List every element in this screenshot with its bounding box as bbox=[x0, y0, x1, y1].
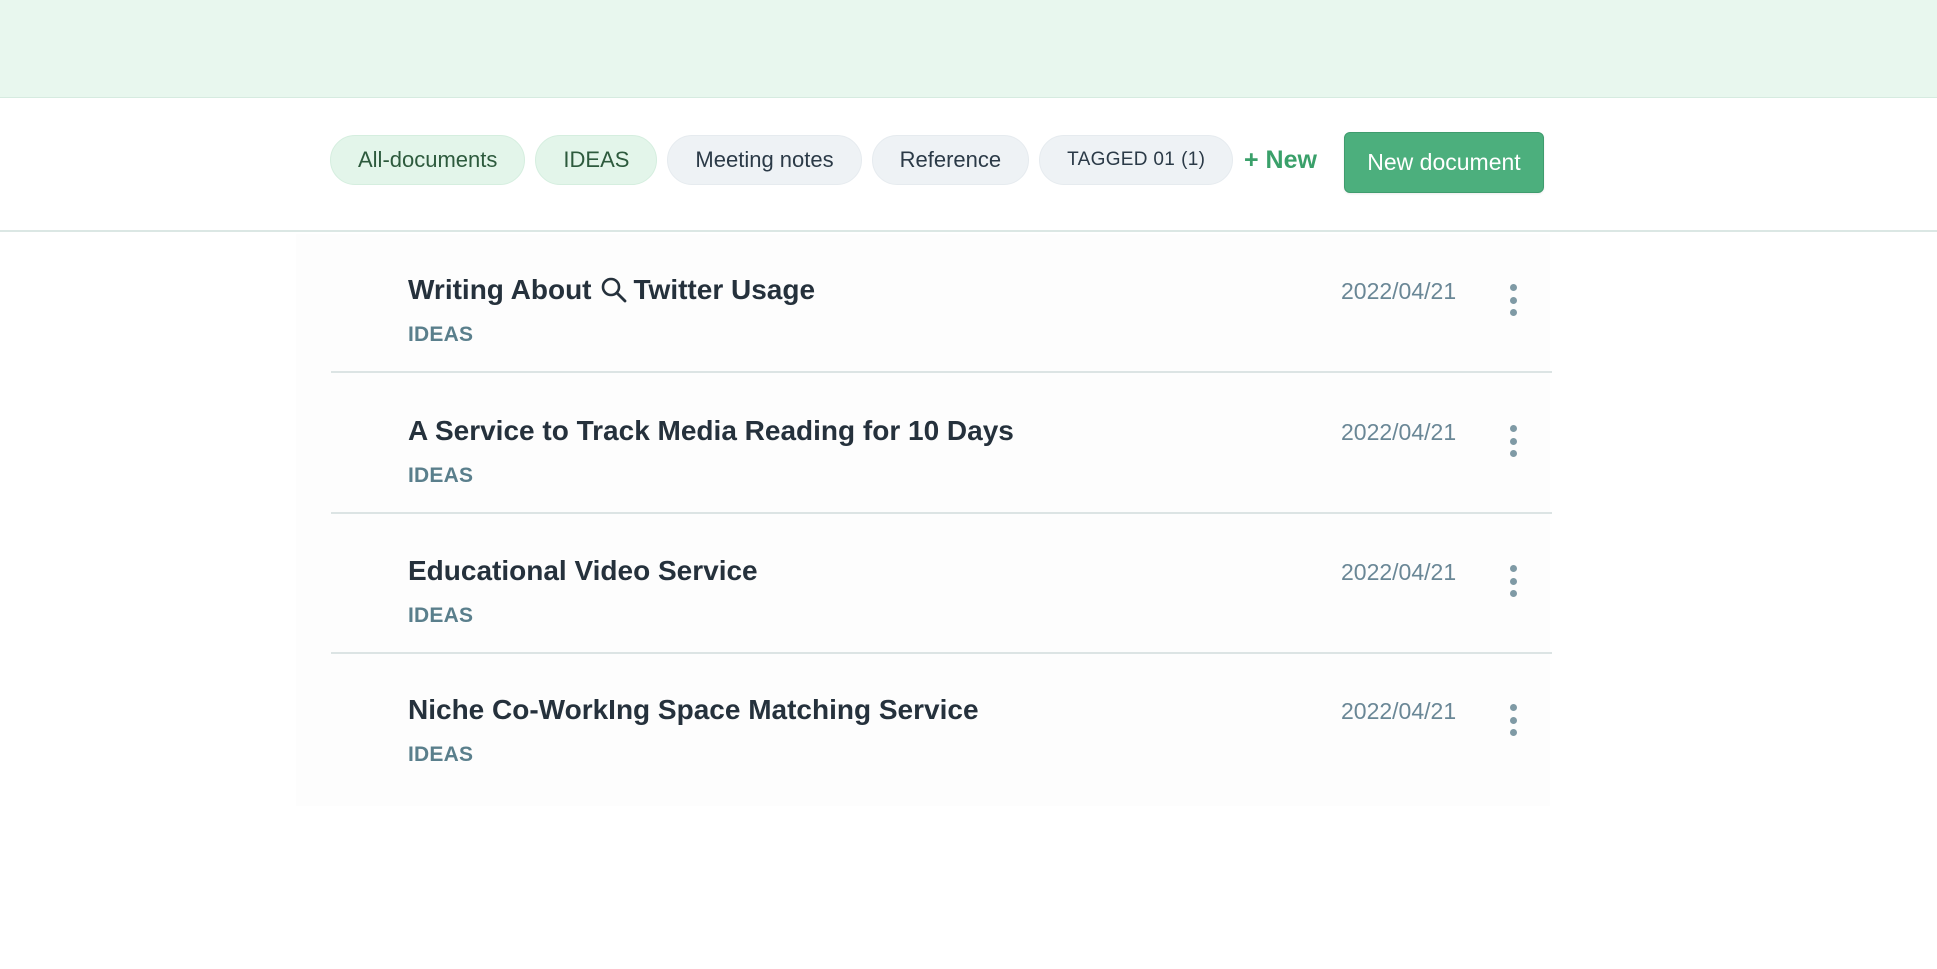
document-row[interactable]: Writing About Twitter Usage IDEAS 2022/0… bbox=[331, 234, 1552, 373]
kebab-dot bbox=[1509, 716, 1517, 724]
document-title[interactable]: Writing About Twitter Usage bbox=[408, 274, 815, 306]
tab-tagged-01[interactable]: TAGGED 01 (1) bbox=[1039, 135, 1234, 185]
more-options-icon[interactable] bbox=[1501, 702, 1525, 738]
kebab-dot bbox=[1509, 729, 1517, 736]
document-row[interactable]: A Service to Track Media Reading for 10 … bbox=[331, 375, 1552, 514]
document-row[interactable]: Educational Video Service IDEAS 2022/04/… bbox=[331, 515, 1552, 654]
tab-reference[interactable]: Reference bbox=[871, 135, 1030, 185]
tab-label: All-documents bbox=[358, 147, 498, 172]
document-date: 2022/04/21 bbox=[1341, 278, 1457, 304]
kebab-dot bbox=[1509, 590, 1517, 597]
tab-label: Meeting notes bbox=[695, 147, 834, 172]
top-banner bbox=[0, 0, 1937, 98]
kebab-dot bbox=[1509, 577, 1517, 585]
tab-count-badge: (1) bbox=[1181, 149, 1206, 170]
kebab-dot bbox=[1509, 284, 1517, 291]
new-tag-link[interactable]: + New bbox=[1244, 146, 1317, 175]
kebab-dot bbox=[1509, 437, 1517, 445]
kebab-dot bbox=[1509, 565, 1517, 572]
document-tag[interactable]: IDEAS bbox=[408, 743, 473, 767]
tab-meeting-notes[interactable]: Meeting notes bbox=[667, 135, 862, 185]
document-tag[interactable]: IDEAS bbox=[408, 323, 473, 347]
document-date: 2022/04/21 bbox=[1341, 419, 1457, 445]
document-title[interactable]: Niche Co-WorkIng Space Matching Service bbox=[408, 694, 979, 726]
tab-label: Reference bbox=[899, 147, 1002, 172]
tab-ideas[interactable]: IDEAS bbox=[535, 135, 658, 185]
kebab-dot bbox=[1509, 425, 1517, 432]
tab-label: TAGGED 01 bbox=[1067, 149, 1176, 170]
document-date: 2022/04/21 bbox=[1341, 559, 1457, 585]
new-document-label: New document bbox=[1367, 149, 1521, 175]
more-options-icon[interactable] bbox=[1501, 423, 1525, 459]
search-icon bbox=[601, 277, 626, 303]
tab-label: IDEAS bbox=[563, 147, 630, 172]
tag-filter-tabs: All-documents IDEAS Meeting notes Refere… bbox=[330, 135, 1234, 185]
more-options-icon[interactable] bbox=[1501, 282, 1525, 318]
more-options-icon[interactable] bbox=[1501, 563, 1525, 599]
kebab-dot bbox=[1509, 309, 1517, 316]
document-row[interactable]: Niche Co-WorkIng Space Matching Service … bbox=[331, 654, 1552, 793]
filter-toolbar: All-documents IDEAS Meeting notes Refere… bbox=[0, 98, 1937, 232]
kebab-dot bbox=[1509, 704, 1517, 711]
kebab-dot bbox=[1509, 296, 1517, 304]
kebab-dot bbox=[1509, 450, 1517, 457]
document-date: 2022/04/21 bbox=[1341, 698, 1457, 724]
document-title[interactable]: Educational Video Service bbox=[408, 555, 758, 587]
document-title-text: Writing About bbox=[408, 274, 592, 305]
tab-all-documents[interactable]: All-documents bbox=[330, 135, 526, 185]
new-document-button[interactable]: New document bbox=[1344, 132, 1544, 193]
document-title-text: Twitter Usage bbox=[633, 274, 816, 305]
document-list: Writing About Twitter Usage IDEAS 2022/0… bbox=[296, 234, 1552, 806]
document-tag[interactable]: IDEAS bbox=[408, 604, 473, 628]
document-tag[interactable]: IDEAS bbox=[408, 464, 473, 488]
document-title[interactable]: A Service to Track Media Reading for 10 … bbox=[408, 415, 1014, 447]
